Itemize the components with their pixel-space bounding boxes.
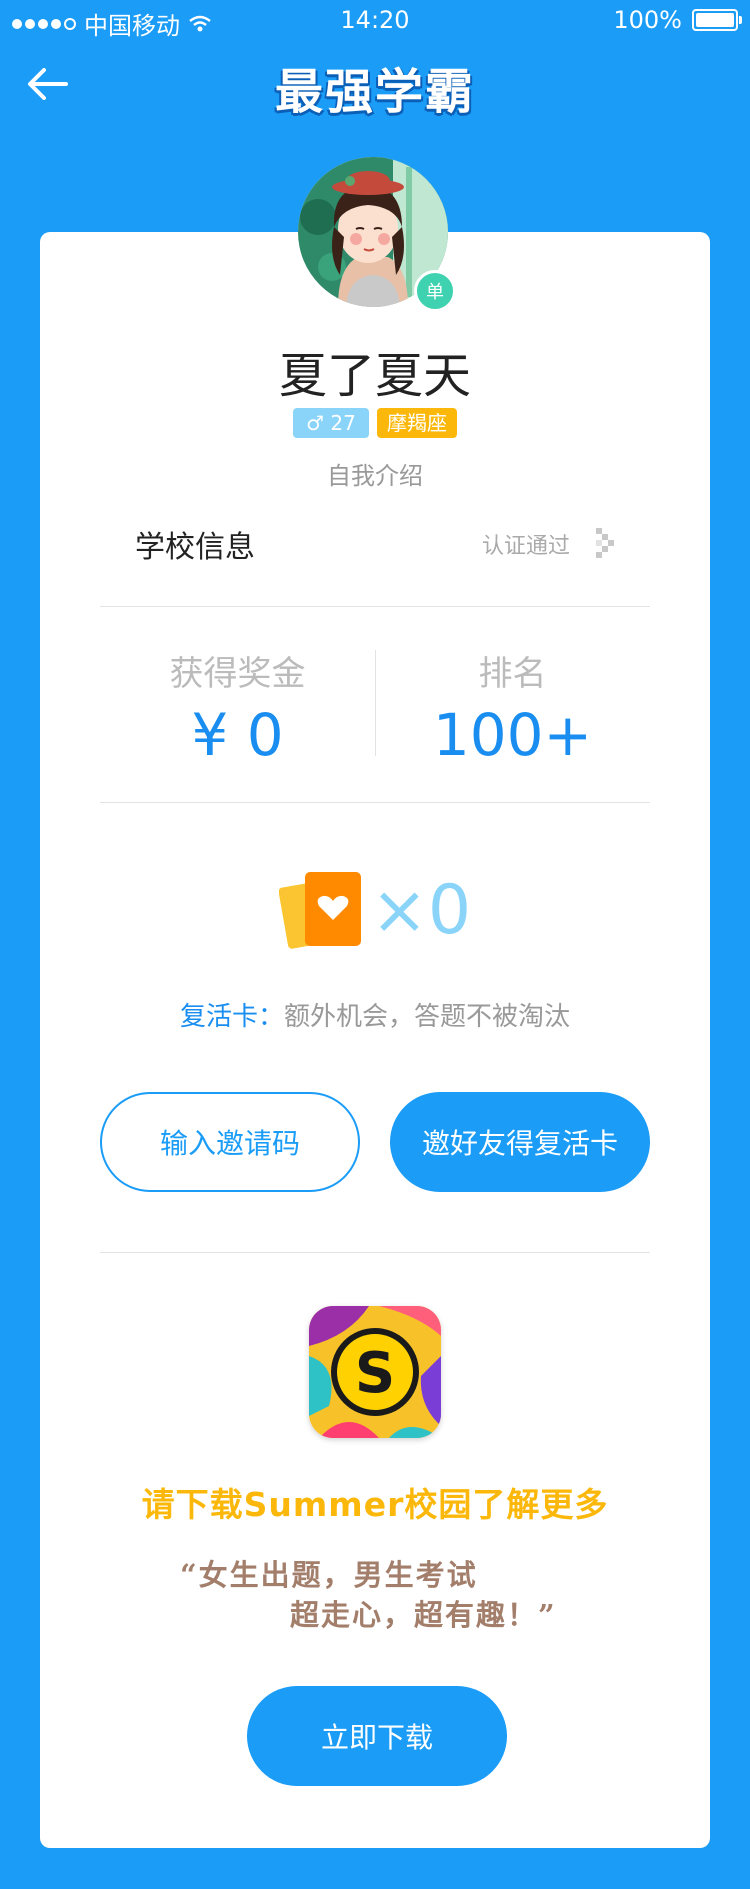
verification-status: 认证通过 xyxy=(481,534,570,559)
chevron-right-icon xyxy=(596,528,614,558)
gender-age-tag: ♂ 27 xyxy=(293,408,369,438)
school-info-row[interactable]: 学校信息 认证通过 xyxy=(100,522,650,566)
download-promo-headline: 请下载Summer校园了解更多 xyxy=(141,1485,609,1524)
single-badge: 单 xyxy=(414,270,456,312)
download-now-button[interactable]: 立即下载 xyxy=(247,1686,507,1786)
revive-card-count: ×0 xyxy=(0,860,750,960)
enter-invite-code-button[interactable]: 输入邀请码 xyxy=(100,1092,360,1192)
school-info-label: 学校信息 xyxy=(135,530,255,565)
invite-friends-button[interactable]: 邀好友得复活卡 xyxy=(390,1092,650,1192)
slogan-line-1: “女生出题，男生考试 xyxy=(180,1558,478,1592)
rank-label: 排名 xyxy=(478,654,547,694)
revive-count: ×0 xyxy=(370,870,472,950)
rank-value: 100+ xyxy=(432,701,593,769)
revive-description: 复活卡：额外机会，答题不被淘汰 xyxy=(0,996,750,1033)
rank-stat: 排名 100+ xyxy=(375,646,650,769)
slogan-line-2: 超走心，超有趣！” xyxy=(290,1598,557,1632)
revive-label: 复活卡： xyxy=(179,1002,284,1032)
revive-desc-text: 额外机会，答题不被淘汰 xyxy=(284,1002,571,1032)
divider xyxy=(100,606,650,607)
bonus-label: 获得奖金 xyxy=(169,654,306,694)
user-name: 夏了夏天 xyxy=(278,348,471,404)
revive-card-icon xyxy=(278,872,361,949)
divider xyxy=(100,1252,650,1253)
summer-app-icon[interactable]: S xyxy=(309,1306,441,1438)
app-letter: S xyxy=(355,1341,395,1406)
bonus-stat: 获得奖金 ¥ 0 xyxy=(100,646,375,769)
bonus-value: ¥ 0 xyxy=(191,701,284,769)
status-bar: 中国移动 14:20 100% xyxy=(0,0,750,40)
battery-icon xyxy=(692,9,742,31)
stats-panel: 获得奖金 ¥ 0 排名 100+ xyxy=(100,646,650,770)
profile-tags: ♂ 27 摩羯座 xyxy=(0,408,750,438)
battery-percent: 100% xyxy=(613,6,682,34)
self-intro[interactable]: 自我介绍 xyxy=(0,456,750,491)
zodiac-tag: 摩羯座 xyxy=(377,408,457,438)
page-title: 最强学霸 xyxy=(274,64,475,120)
divider xyxy=(100,802,650,803)
